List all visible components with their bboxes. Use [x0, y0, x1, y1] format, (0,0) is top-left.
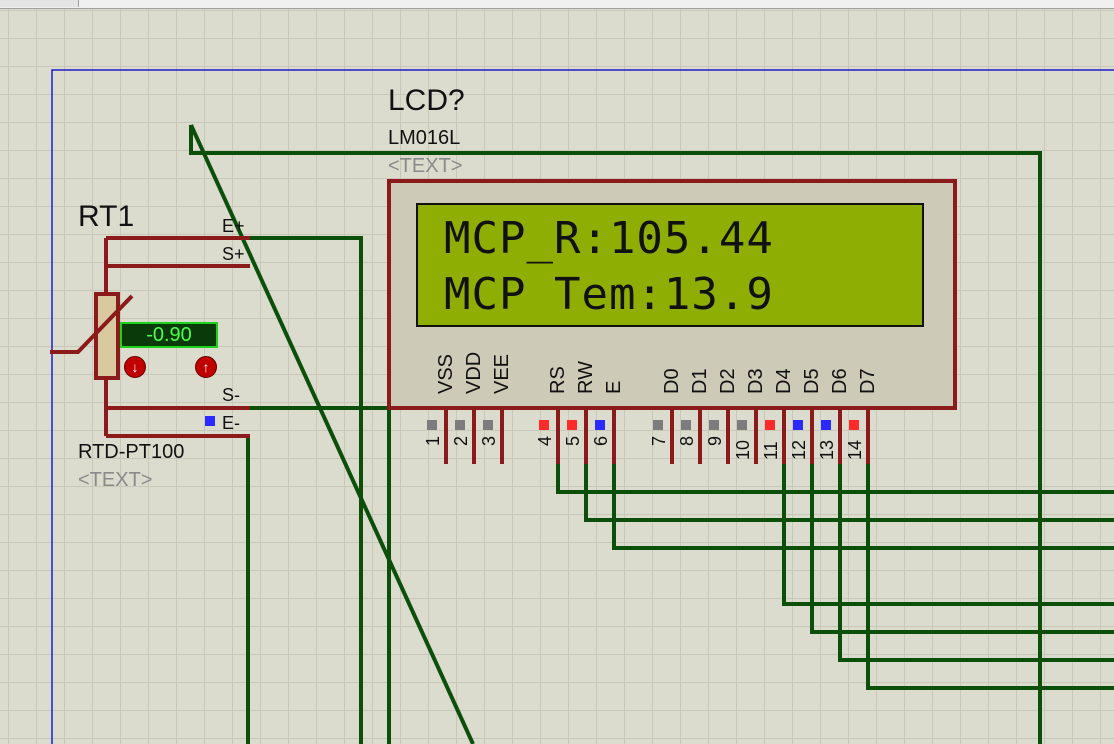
lcd-pin-number: 10 [733, 439, 753, 460]
lcd-pin-number: 7 [649, 435, 669, 446]
lcd-ref-label[interactable]: LCD? [388, 86, 465, 116]
lcd-pin-name: D2 [717, 368, 739, 394]
lcd-pin-state-marker [483, 420, 493, 430]
lcd-pin-name: D1 [689, 368, 711, 394]
lcd-pin-number: 6 [591, 435, 611, 446]
lcd-pin-number: 3 [479, 435, 499, 446]
rt1-text-placeholder[interactable]: <TEXT> [78, 470, 152, 490]
lcd-pin-number: 11 [761, 441, 781, 460]
lcd-pin-number: 4 [535, 435, 555, 446]
lcd-line-2: MCP Tem:13.9 [444, 269, 774, 320]
lcd-screen: MCP_R:105.44 MCP Tem:13.9 [416, 203, 924, 327]
lcd-pin-number: 13 [817, 439, 837, 460]
rt1-pin-state-marker [205, 416, 215, 426]
lcd-pin-number: 14 [845, 439, 865, 460]
wire-d7[interactable] [866, 464, 1114, 690]
lcd-pin-name: D5 [801, 368, 823, 394]
wire-d4[interactable] [782, 464, 1114, 606]
lcd-pin-name: D7 [857, 368, 879, 394]
lcd-pin-state-marker [539, 420, 549, 430]
rt1-pin-s-plus: S+ [222, 244, 245, 264]
lcd-pin-name: RW [575, 361, 597, 394]
lcd-pin-number: 12 [789, 439, 809, 460]
wire-e-plus[interactable] [250, 236, 363, 744]
lcd-pin-state-marker [595, 420, 605, 430]
arrow-up-icon[interactable]: ↑ [195, 356, 217, 378]
lcd-pin-number: 1 [423, 435, 443, 446]
rt1-ref-label[interactable]: RT1 [78, 202, 134, 232]
lcd-pin-state-marker [681, 420, 691, 430]
lcd-pin-number: 2 [451, 435, 471, 446]
lcd-pin-number: 5 [563, 435, 583, 446]
lcd-pin-state-marker [653, 420, 663, 430]
lcd-pin-state-marker [427, 420, 437, 430]
lcd-pin-state-marker [821, 420, 831, 430]
lcd-pin-number: 9 [705, 435, 725, 446]
wire-rs[interactable] [556, 464, 1114, 494]
lcd-pin-state-marker [737, 420, 747, 430]
lcd-pin-number: 8 [677, 435, 697, 446]
lcd-pin-name: E [603, 380, 625, 394]
lcd-pin-name: RS [547, 366, 569, 394]
lcd-pin-name: VDD [463, 351, 485, 394]
lcd-pin-name: D3 [745, 368, 767, 394]
lcd-pin-name: D0 [661, 368, 683, 394]
rt1-model-label[interactable]: RTD-PT100 [78, 442, 184, 462]
lcd-text-placeholder[interactable]: <TEXT> [388, 156, 462, 176]
lcd-pin-name: D4 [773, 368, 795, 394]
arrow-down-icon[interactable]: ↓ [124, 356, 146, 378]
lcd-pin-state-marker [709, 420, 719, 430]
rt1-pin-e-minus: E- [222, 413, 240, 433]
lcd-pin-state-marker [849, 420, 859, 430]
lcd-pin-name: VEE [491, 353, 513, 394]
lcd-pin-state-marker [567, 420, 577, 430]
rt1-pin-e-plus: E+ [222, 216, 245, 236]
lcd-pin-name: VSS [435, 353, 457, 394]
rt1-value-readout: -0.90 [120, 322, 218, 348]
lcd-model-label[interactable]: LM016L [388, 128, 460, 148]
rt1-pin-s-minus: S- [222, 385, 240, 405]
lcd-pin-state-marker [793, 420, 803, 430]
lcd-pin-state-marker [765, 420, 775, 430]
lcd-pin-name: D6 [829, 368, 851, 394]
lcd-line-1: MCP_R:105.44 [444, 213, 774, 264]
lcd-pin-state-marker [455, 420, 465, 430]
